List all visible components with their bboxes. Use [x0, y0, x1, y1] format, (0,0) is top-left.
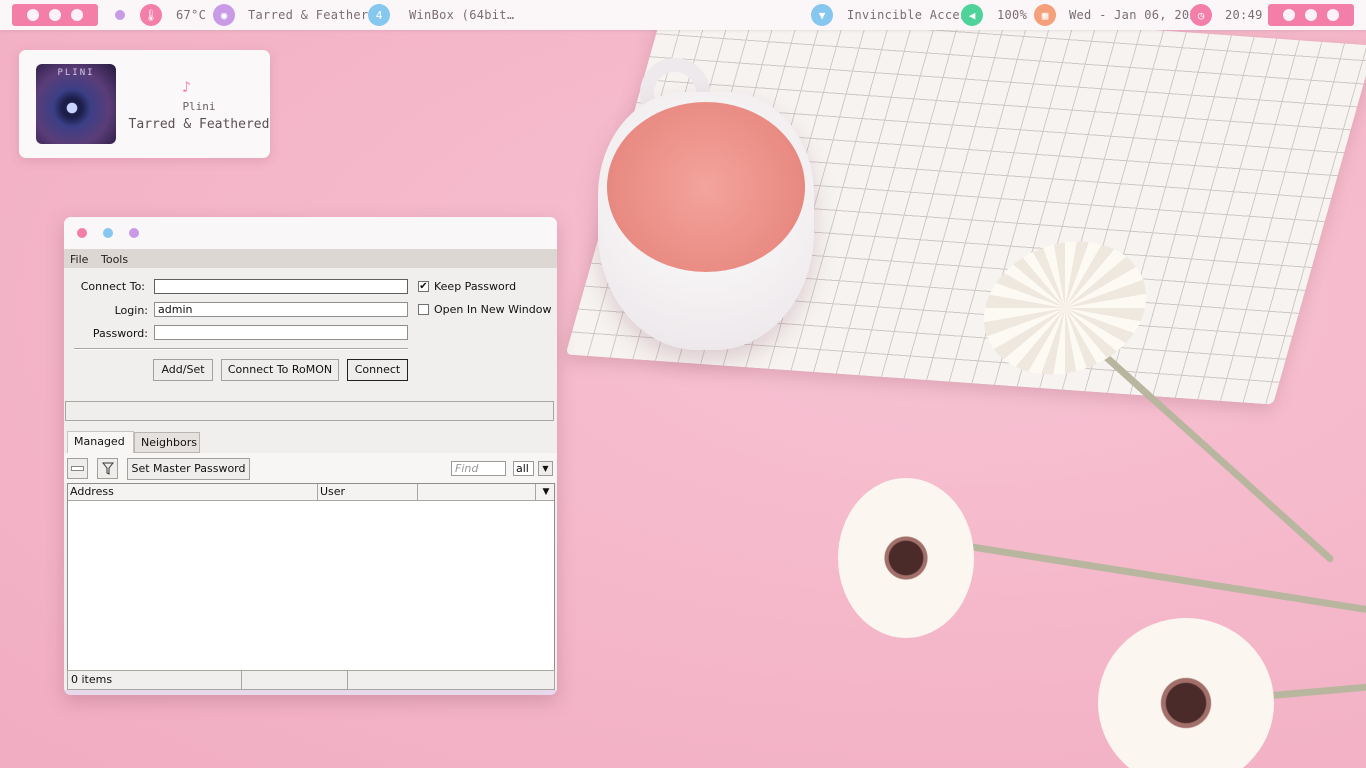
thermometer-icon: 🌡 — [140, 4, 162, 26]
menu-bar: File Tools — [64, 249, 557, 268]
connect-to-input[interactable] — [154, 279, 408, 294]
open-new-window-label: Open In New Window — [434, 303, 552, 316]
menu-file[interactable]: File — [70, 253, 88, 266]
set-master-password-button[interactable]: Set Master Password — [127, 458, 250, 480]
wifi-icon[interactable]: ▼ — [811, 4, 833, 26]
mountain-icon[interactable] — [27, 9, 39, 21]
remove-button[interactable] — [67, 458, 88, 479]
table-header: Address User ▼ — [68, 484, 554, 501]
time-text: 20:49 — [1225, 8, 1263, 22]
open-new-window-checkbox[interactable] — [418, 304, 429, 315]
status-field — [65, 401, 554, 421]
volume-icon[interactable]: ◀ — [961, 4, 983, 26]
restart-icon[interactable] — [1305, 9, 1317, 21]
tab-neighbors[interactable]: Neighbors — [134, 432, 200, 453]
login-label: Login: — [114, 304, 148, 317]
workspace-launcher[interactable] — [12, 4, 98, 26]
power-controls[interactable] — [1268, 4, 1354, 26]
music-note-icon: ♪ — [182, 78, 192, 96]
wallpaper-flower — [818, 455, 994, 661]
window-bottom-edge — [64, 690, 557, 695]
music-track: Tarred & Feathered — [128, 117, 270, 132]
managed-table: Address User ▼ — [67, 483, 555, 671]
find-input[interactable]: Find — [451, 461, 506, 476]
connect-to-label: Connect To: — [80, 280, 145, 293]
column-address[interactable]: Address — [68, 484, 318, 500]
wallpaper-stem — [949, 540, 1366, 616]
now-playing-text[interactable]: Tarred & Feathered — [248, 8, 383, 22]
wallpaper-flower — [1073, 594, 1299, 768]
music-disc-icon[interactable]: ◉ — [213, 4, 235, 26]
window-titlebar[interactable] — [64, 217, 557, 249]
temperature-text: 67°C — [176, 8, 207, 22]
clock-icon[interactable]: ◷ — [1190, 4, 1212, 26]
filter-select[interactable]: all — [513, 461, 534, 476]
keep-password-checkbox[interactable]: ✔ — [418, 281, 429, 292]
leaf-icon[interactable] — [49, 9, 61, 21]
wallpaper-coffee — [607, 102, 805, 272]
date-text: Wed - Jan 06, 2021 — [1069, 8, 1205, 22]
top-panel: 🌡 67°C ◉ Tarred & Feathered 4 WinBox (64… — [0, 0, 1366, 30]
password-label: Password: — [92, 327, 148, 340]
album-art: PLINI — [36, 64, 116, 144]
filter-icon — [101, 462, 114, 475]
workspace-number-badge[interactable]: 4 — [368, 4, 390, 26]
column-user[interactable]: User — [318, 484, 418, 500]
close-button[interactable] — [77, 228, 87, 238]
table-footer: 0 items — [67, 670, 555, 690]
album-art-text: PLINI — [57, 68, 95, 78]
column-menu-icon[interactable]: ▼ — [538, 484, 554, 500]
connect-romon-button[interactable]: Connect To RoMON — [221, 359, 339, 381]
menu-tools[interactable]: Tools — [101, 253, 128, 266]
chevron-down-icon[interactable]: ▼ — [538, 461, 553, 476]
footer-cell — [242, 671, 348, 689]
power-icon[interactable] — [1327, 9, 1339, 21]
add-set-button[interactable]: Add/Set — [153, 359, 213, 381]
tab-managed[interactable]: Managed — [67, 431, 134, 453]
items-count: 0 items — [68, 671, 242, 689]
minimize-button[interactable] — [103, 228, 113, 238]
password-input[interactable] — [154, 325, 408, 340]
connect-button[interactable]: Connect — [347, 359, 408, 381]
music-widget: PLINI ♪ Plini Tarred & Feathered — [19, 50, 270, 158]
winbox-window: File Tools Connect To: Login: admin Pass… — [64, 217, 557, 695]
status-dot-icon — [115, 10, 125, 20]
active-window-title: WinBox (64bit… — [409, 8, 515, 22]
calendar-icon[interactable]: ▦ — [1034, 4, 1056, 26]
minus-icon — [71, 466, 84, 471]
network-name: Invincible Access — [847, 8, 975, 22]
column-extra[interactable] — [418, 484, 536, 500]
music-artist: Plini — [182, 100, 216, 113]
form-separator — [74, 348, 408, 350]
volume-level: 100% — [997, 8, 1028, 22]
maximize-button[interactable] — [129, 228, 139, 238]
palette-icon[interactable] — [71, 9, 83, 21]
moon-icon[interactable] — [1283, 9, 1295, 21]
filter-button[interactable] — [97, 458, 118, 479]
login-input[interactable]: admin — [154, 302, 408, 317]
keep-password-label: Keep Password — [434, 280, 517, 293]
